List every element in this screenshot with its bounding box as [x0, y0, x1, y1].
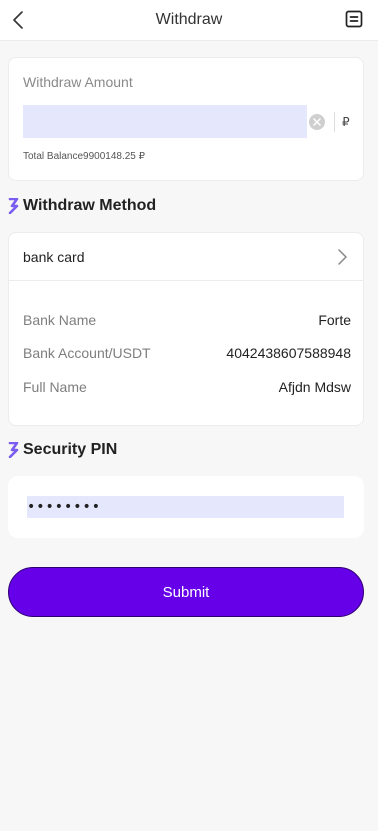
submit-button[interactable]: Submit: [8, 567, 364, 617]
withdraw-method-card: bank card Bank Name Forte Bank Account/U…: [8, 232, 364, 426]
withdraw-method-title: Withdraw Method: [23, 197, 157, 214]
detail-label: Bank Name: [23, 312, 97, 328]
detail-value: Afjdn Mdsw: [278, 379, 351, 395]
close-icon: [313, 118, 321, 126]
detail-label: Full Name: [23, 379, 87, 395]
withdraw-amount-input[interactable]: [23, 105, 307, 138]
currency-symbol: ₽: [342, 115, 350, 129]
detail-value: Forte: [318, 312, 351, 328]
section-marker-icon: [8, 442, 19, 458]
detail-row-full-name: Full Name Afjdn Mdsw: [23, 379, 351, 399]
withdraw-page: Withdraw Withdraw Amount ₽ Total Balance…: [0, 0, 378, 831]
security-pin-input[interactable]: [27, 496, 344, 518]
detail-row-bank-name: Bank Name Forte: [23, 312, 351, 332]
clear-button[interactable]: [309, 114, 325, 130]
withdraw-amount-card: Withdraw Amount ₽ Total Balance9900148.2…: [8, 57, 364, 181]
detail-value: 4042438607588948: [226, 345, 351, 361]
records-button[interactable]: [342, 7, 366, 31]
method-selected-label: bank card: [23, 249, 85, 265]
withdraw-method-heading: Withdraw Method: [8, 197, 156, 215]
detail-label: Bank Account/USDT: [23, 345, 151, 361]
document-list-icon: [345, 10, 363, 28]
security-pin-heading: Security PIN: [8, 441, 117, 459]
total-balance: Total Balance9900148.25 ₽: [23, 151, 146, 162]
divider: [334, 112, 335, 132]
section-marker-icon: [8, 198, 19, 214]
withdraw-amount-label: Withdraw Amount: [23, 74, 133, 90]
page-title: Withdraw: [155, 11, 223, 28]
security-pin-card: [8, 476, 364, 538]
top-bar: Withdraw: [0, 0, 378, 41]
method-selector[interactable]: bank card: [9, 233, 363, 281]
detail-row-bank-account: Bank Account/USDT 4042438607588948: [23, 345, 351, 365]
security-pin-title: Security PIN: [23, 441, 118, 458]
chevron-right-icon: [338, 249, 347, 265]
